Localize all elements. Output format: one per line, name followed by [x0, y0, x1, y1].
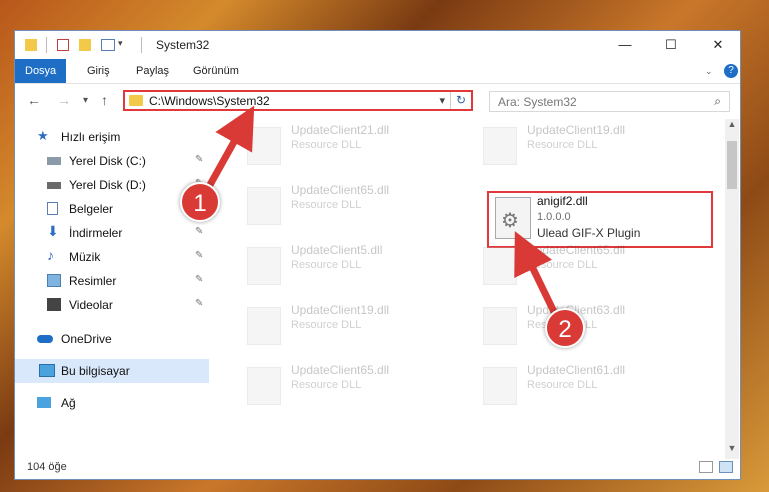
arrow-to-file — [514, 231, 560, 318]
step-marker-1: 1 — [180, 182, 220, 222]
annotation-arrows — [202, 105, 560, 318]
step-marker-2: 2 — [545, 308, 585, 348]
arrow-to-address-bar — [202, 105, 255, 194]
